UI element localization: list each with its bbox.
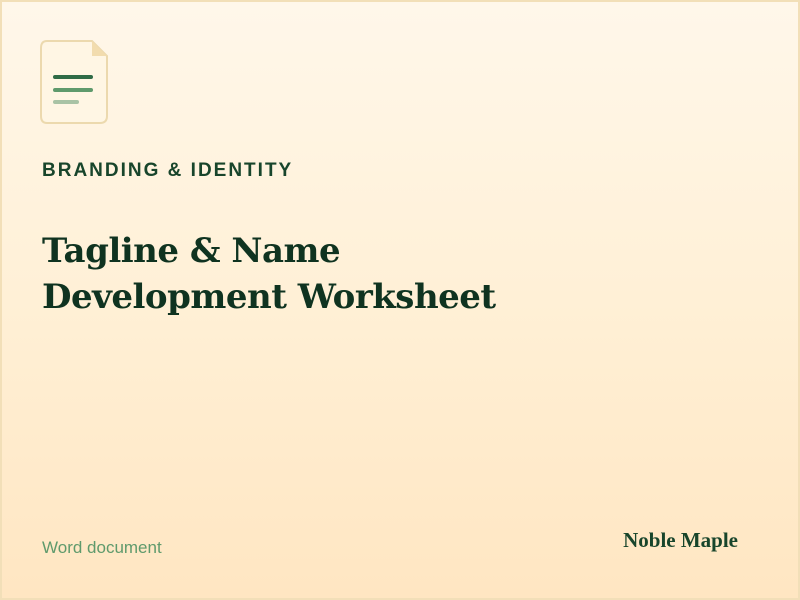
document-title: Tagline & Name Development Worksheet — [42, 228, 742, 320]
document-icon-line-1 — [53, 75, 93, 79]
document-type-label: Word document — [42, 538, 162, 557]
document-icon-line-3 — [53, 100, 79, 104]
document-card: BRANDING & IDENTITY Tagline & Name Devel… — [0, 0, 800, 600]
document-icon-line-2 — [53, 88, 93, 92]
document-icon — [40, 40, 108, 124]
document-icon-fold — [92, 41, 107, 56]
category-label: BRANDING & IDENTITY — [42, 160, 294, 181]
brand-name: Noble Maple — [623, 528, 738, 552]
document-title-line-1: Tagline & Name — [42, 231, 341, 271]
document-title-line-2: Development Worksheet — [42, 277, 496, 317]
